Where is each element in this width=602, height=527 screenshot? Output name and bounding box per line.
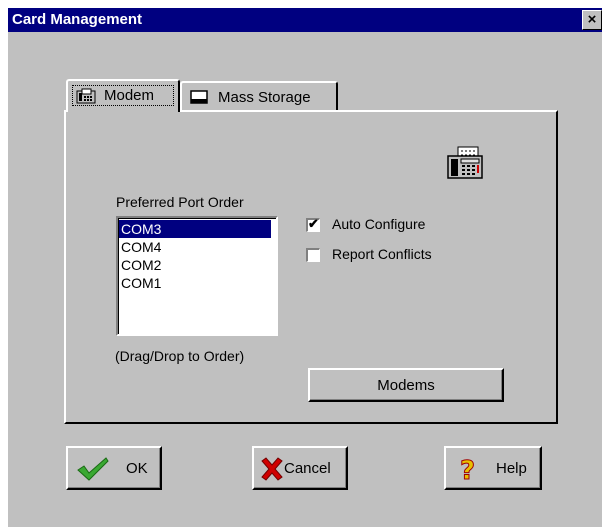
close-button[interactable]: × — [582, 10, 602, 30]
ok-button[interactable]: OK — [66, 446, 162, 490]
card-management-window: Card Management × Modem Mass Storage Pre… — [0, 0, 602, 527]
auto-configure-checkbox[interactable]: ✔ — [306, 216, 320, 232]
tab-mass-storage[interactable]: Mass Storage — [180, 81, 338, 111]
help-button-label: Help — [496, 460, 527, 477]
port-order-listbox[interactable]: COM3 COM4 COM2 COM1 — [116, 216, 278, 336]
cancel-button-label: Cancel — [284, 460, 331, 477]
report-conflicts-label[interactable]: Report Conflicts — [332, 246, 432, 262]
drag-drop-hint: (Drag/Drop to Order) — [115, 348, 245, 364]
list-item[interactable]: COM4 — [121, 238, 161, 256]
port-order-label: Preferred Port Order — [116, 194, 244, 210]
tab-mass-storage-label: Mass Storage — [218, 89, 311, 106]
fax-machine-icon — [447, 146, 483, 179]
checkmark-icon — [77, 457, 109, 481]
help-button[interactable]: ? Help — [444, 446, 542, 490]
modems-button-label: Modems — [377, 377, 435, 394]
auto-configure-label[interactable]: Auto Configure — [332, 216, 425, 232]
list-item[interactable]: COM3 — [119, 220, 271, 238]
checkmark-icon: ✔ — [308, 216, 319, 231]
list-item[interactable]: COM2 — [121, 256, 161, 274]
modem-icon — [76, 88, 96, 104]
svg-text:?: ? — [460, 456, 475, 483]
report-conflicts-checkbox[interactable] — [306, 248, 320, 262]
question-mark-icon: ? — [460, 456, 476, 484]
cancel-button[interactable]: Cancel — [252, 446, 348, 490]
dialog-client-area: Modem Mass Storage Preferred Port Order … — [8, 32, 602, 527]
modem-tab-panel: Preferred Port Order COM3 COM4 COM2 COM1… — [64, 110, 558, 424]
title-bar[interactable]: Card Management × — [8, 8, 602, 32]
ok-button-label: OK — [126, 460, 148, 477]
list-item[interactable]: COM1 — [121, 274, 161, 292]
tab-modem[interactable]: Modem — [66, 79, 180, 112]
tab-modem-label: Modem — [104, 87, 155, 104]
drive-icon — [190, 90, 208, 104]
close-icon: × — [587, 11, 597, 28]
red-x-icon — [261, 457, 283, 481]
modems-button[interactable]: Modems — [308, 368, 504, 402]
window-title: Card Management — [12, 11, 143, 28]
